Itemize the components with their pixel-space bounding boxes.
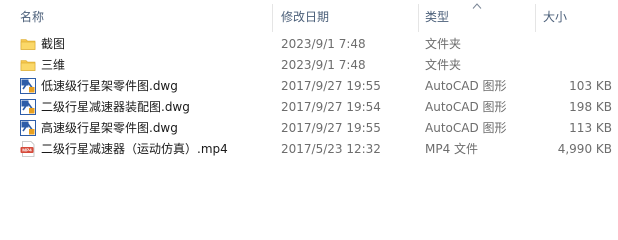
modified-date: 2017/5/23 12:32: [281, 142, 381, 156]
file-name: 二级行星减速器（运动仿真）.mp4: [41, 142, 228, 156]
file-name: 低速级行星架零件图.dwg: [41, 79, 178, 93]
file-type: 文件夹: [425, 58, 462, 72]
svg-text:MP4: MP4: [22, 148, 32, 153]
column-header-bar: 名称 修改日期 类型 大小: [0, 0, 618, 34]
modified-date: 2023/9/1 7:48: [281, 37, 366, 51]
folder-icon: [20, 36, 36, 52]
file-row[interactable]: MP4 二级行星减速器（运动仿真）.mp4 2017/5/23 12:32 MP4 文…: [0, 139, 618, 160]
dwg-file-icon: [20, 78, 36, 94]
file-name: 截图: [41, 37, 66, 51]
file-type: AutoCAD 图形: [425, 121, 507, 135]
file-type: AutoCAD 图形: [425, 79, 507, 93]
file-row[interactable]: 三维 2023/9/1 7:48 文件夹: [0, 55, 618, 76]
column-divider[interactable]: [272, 4, 273, 32]
file-row[interactable]: 高速级行星架零件图.dwg 2017/9/27 19:55 AutoCAD 图形 11…: [0, 118, 618, 139]
file-size: 103 KB: [569, 79, 612, 93]
sort-ascending-icon: [472, 3, 482, 9]
file-size: 113 KB: [569, 121, 612, 135]
file-size: 4,990 KB: [557, 142, 612, 156]
file-name: 高速级行星架零件图.dwg: [41, 121, 178, 135]
modified-date: 2017/9/27 19:55: [281, 121, 381, 135]
column-header-size[interactable]: 大小: [543, 0, 567, 34]
folder-icon: [20, 57, 36, 73]
file-type: MP4 文件: [425, 142, 479, 156]
dwg-file-icon: [20, 99, 36, 115]
file-name: 二级行星减速器装配图.dwg: [41, 100, 190, 114]
column-header-type[interactable]: 类型: [425, 0, 449, 34]
modified-date: 2023/9/1 7:48: [281, 58, 366, 72]
file-type: AutoCAD 图形: [425, 100, 507, 114]
modified-date: 2017/9/27 19:54: [281, 100, 381, 114]
column-divider[interactable]: [535, 4, 536, 32]
modified-date: 2017/9/27 19:55: [281, 79, 381, 93]
file-row[interactable]: 截图 2023/9/1 7:48 文件夹: [0, 34, 618, 55]
column-header-name[interactable]: 名称: [20, 0, 44, 34]
file-name: 三维: [41, 58, 66, 72]
column-header-date[interactable]: 修改日期: [281, 0, 329, 34]
file-type: 文件夹: [425, 37, 462, 51]
file-row[interactable]: 二级行星减速器装配图.dwg 2017/9/27 19:54 AutoCAD 图形 1…: [0, 97, 618, 118]
file-size: 198 KB: [569, 100, 612, 114]
mp4-file-icon: MP4: [20, 141, 36, 157]
column-divider[interactable]: [418, 4, 419, 32]
dwg-file-icon: [20, 120, 36, 136]
file-row[interactable]: 低速级行星架零件图.dwg 2017/9/27 19:55 AutoCAD 图形 10…: [0, 76, 618, 97]
